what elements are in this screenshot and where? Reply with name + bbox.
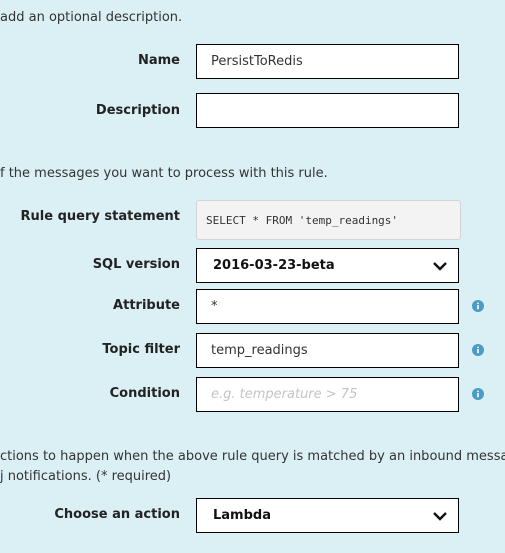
topic-filter-input-value: temp_readings: [211, 343, 308, 358]
name-input-value: PersistToRedis: [211, 54, 303, 69]
info-icon[interactable]: [472, 300, 484, 312]
chevron-down-icon: [433, 261, 447, 271]
messages-hint-text: f the messages you want to process with …: [0, 166, 328, 181]
info-icon[interactable]: [472, 344, 484, 356]
rule-query-text: SELECT * FROM 'temp_readings': [206, 213, 399, 227]
rule-query-label: Rule query statement: [20, 209, 180, 224]
sql-version-select[interactable]: 2016-03-23-beta: [196, 248, 459, 283]
sql-version-label: SQL version: [92, 257, 180, 272]
attribute-input-value: *: [211, 299, 218, 314]
description-input[interactable]: [196, 93, 459, 128]
choose-action-select[interactable]: Lambda: [196, 498, 459, 533]
description-hint-text: add an optional description.: [0, 10, 183, 25]
description-label: Description: [95, 103, 180, 118]
attribute-input[interactable]: *: [196, 289, 459, 324]
condition-label: Condition: [109, 386, 180, 401]
topic-filter-input[interactable]: temp_readings: [196, 333, 459, 368]
name-label: Name: [137, 53, 180, 68]
topic-filter-label: Topic filter: [102, 342, 180, 357]
choose-action-label: Choose an action: [54, 507, 180, 522]
name-input[interactable]: PersistToRedis: [196, 44, 459, 79]
choose-action-value: Lambda: [213, 508, 271, 523]
info-icon[interactable]: [472, 388, 484, 400]
actions-hint-text-line2: j notifications. (* required): [0, 469, 172, 484]
actions-hint-text-line1: ctions to happen when the above rule que…: [0, 449, 505, 464]
condition-placeholder: e.g. temperature > 75: [211, 387, 358, 402]
rule-query-editor[interactable]: SELECT * FROM 'temp_readings': [196, 200, 461, 240]
sql-version-value: 2016-03-23-beta: [213, 258, 335, 273]
condition-input[interactable]: e.g. temperature > 75: [196, 377, 459, 412]
chevron-down-icon: [433, 511, 447, 521]
attribute-label: Attribute: [113, 298, 180, 313]
